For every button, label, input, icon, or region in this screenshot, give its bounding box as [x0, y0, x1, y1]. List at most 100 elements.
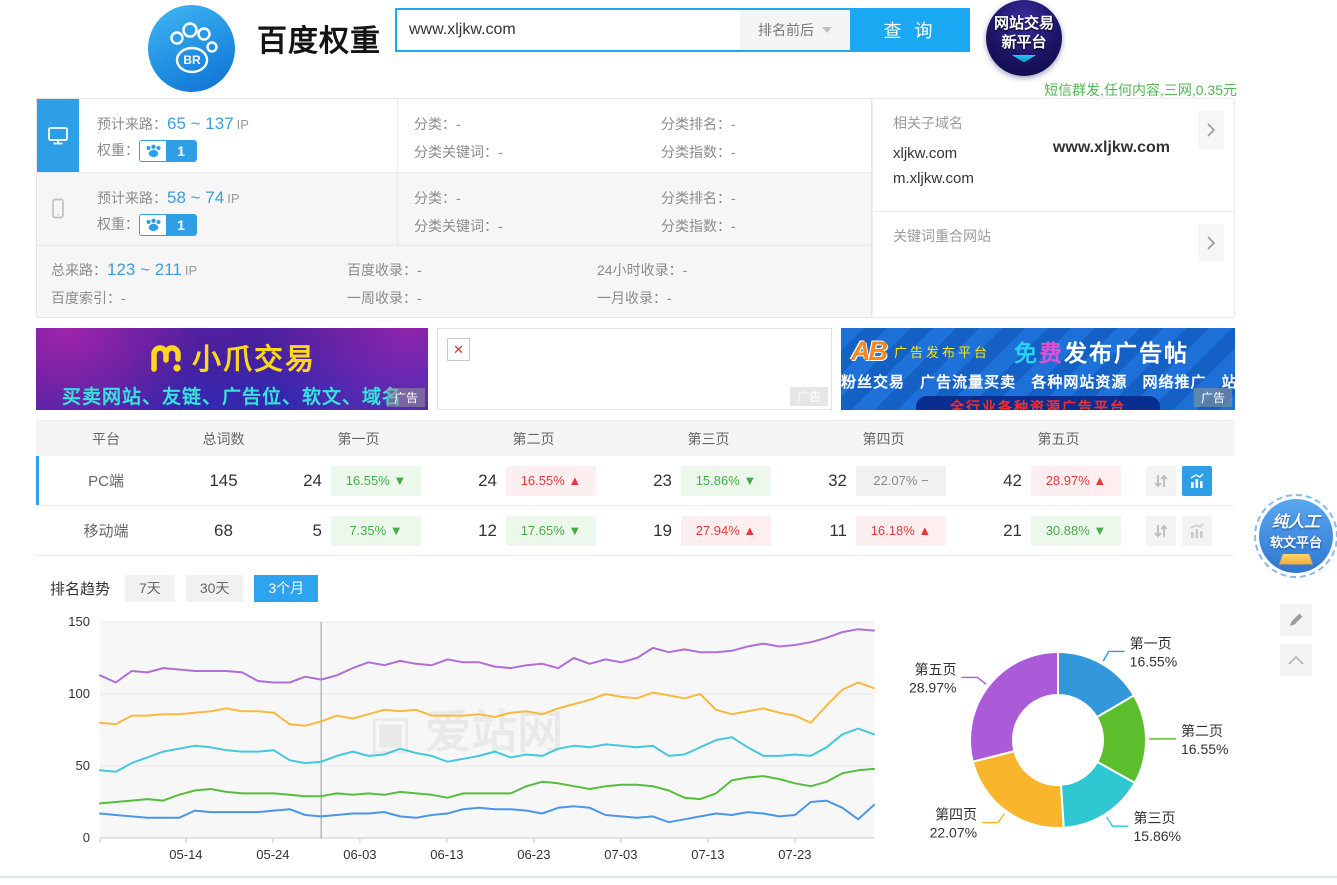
- svg-text:第三页: 第三页: [1133, 810, 1175, 826]
- page-distribution-donut-chart[interactable]: 第一页16.55%第二页16.55%第三页15.86%第四页22.07%第五页2…: [880, 600, 1260, 885]
- svg-text:100: 100: [68, 686, 90, 701]
- ad-publish-platform-banner[interactable]: AB 广告发布平台 免费发布广告帖 粉丝交易 广告流量买卖 各种网站资源 网络推…: [841, 328, 1235, 410]
- right-panel: 相关子域名 xljkw.com m.xljkw.com www.xljkw.co…: [872, 98, 1235, 318]
- trend-line-chart[interactable]: 05010015005-1405-2406-0306-1306-2307-030…: [36, 610, 880, 878]
- page5-count: 21: [996, 521, 1022, 541]
- pc-weight-badge[interactable]: 1: [139, 140, 197, 162]
- domain-search-input[interactable]: [395, 8, 740, 52]
- platform-label: PC端: [36, 470, 176, 491]
- svg-text:07-13: 07-13: [691, 847, 724, 862]
- cls-kw-label: 分类关键词：: [414, 144, 498, 160]
- svg-text:07-03: 07-03: [604, 847, 637, 862]
- tab-3months[interactable]: 3个月: [254, 575, 318, 602]
- page-title: 百度权重: [257, 16, 381, 60]
- pc-tab[interactable]: [37, 99, 79, 172]
- mobile-stats-row: 预计来路：58 ~ 74IP 权重：1 分类：- 分类关键词：- 分类排名：- …: [37, 172, 871, 245]
- footer-divider: [0, 876, 1337, 878]
- svg-text:06-23: 06-23: [517, 847, 550, 862]
- tab-30days[interactable]: 30天: [186, 575, 244, 602]
- paw-icon: [144, 218, 163, 232]
- sort-button[interactable]: [1146, 466, 1176, 496]
- page5-count: 42: [996, 471, 1022, 491]
- page3-count: 23: [646, 471, 672, 491]
- soft-article-badge[interactable]: 纯人工 软文平台: [1254, 494, 1337, 578]
- rank-order-label: 排名前后: [758, 20, 814, 40]
- ad-tag: 广告: [1194, 388, 1232, 407]
- page2-pct-badge: 17.65% ▼: [506, 516, 596, 546]
- site-trade-badge[interactable]: 网站交易 新平台: [986, 0, 1062, 76]
- pc-stats-row: 预计来路：65 ~ 137IP 权重：1 分类：- 分类关键词：- 分类排名：-…: [37, 99, 871, 172]
- svg-text:BR: BR: [183, 53, 201, 67]
- cls-kw-value: -: [498, 218, 503, 234]
- subdomains-section: 相关子域名 xljkw.com m.xljkw.com www.xljkw.co…: [873, 99, 1234, 211]
- banner3-pill: 全行业各种资源广告平台: [916, 396, 1160, 410]
- sort-button[interactable]: [1146, 516, 1176, 546]
- col-page5: 第五页: [971, 429, 1146, 449]
- feedback-button[interactable]: [1280, 604, 1312, 636]
- broken-image-icon: ✕: [447, 338, 470, 361]
- chevron-up-icon: [1286, 653, 1306, 667]
- page2-pct-badge: 16.55% ▲: [506, 466, 596, 496]
- query-button[interactable]: 查 询: [850, 8, 970, 52]
- monitor-icon: [46, 124, 70, 148]
- col-page1: 第一页: [271, 429, 446, 449]
- search-bar: 排名前后 查 询: [395, 8, 970, 52]
- week-included-label: 一周收录：: [347, 290, 417, 306]
- svg-text:第二页: 第二页: [1181, 723, 1223, 739]
- svg-text:22.07%: 22.07%: [930, 825, 977, 841]
- keyword-overlap-more-button[interactable]: [1198, 224, 1224, 262]
- site-logo[interactable]: BR: [148, 5, 235, 92]
- cls-idx-value: -: [731, 218, 736, 234]
- page4-pct-badge: 22.07% −: [856, 466, 946, 496]
- keyword-rank-table: 平台 总词数 第一页 第二页 第三页 第四页 第五页 PC端 145 2416.…: [36, 420, 1235, 556]
- banner3-tagline: 广告发布平台: [894, 342, 990, 361]
- cls-rank-value: -: [731, 116, 736, 132]
- cls-idx-label: 分类指数：: [661, 144, 731, 160]
- overview-stats: 预计来路：65 ~ 137IP 权重：1 分类：- 分类关键词：- 分类排名：-…: [36, 98, 1235, 318]
- subdomains-more-button[interactable]: [1198, 111, 1224, 149]
- table-header: 平台 总词数 第一页 第二页 第三页 第四页 第五页: [36, 420, 1235, 456]
- platform-label: 移动端: [36, 520, 176, 541]
- ip-unit: IP: [227, 191, 239, 206]
- page5-pct-badge: 30.88% ▼: [1031, 516, 1121, 546]
- page1-count: 5: [296, 521, 322, 541]
- totals-row: 总来路：123 ~ 211IP 百度索引：- 百度收录：- 一周收录：- 24小…: [37, 245, 871, 317]
- banner3-items: 粉丝交易 广告流量买卖 各种网站资源 网络推广 站长渠道发布: [841, 371, 1235, 392]
- cls-idx-value: -: [731, 144, 736, 160]
- chart-button[interactable]: [1182, 516, 1212, 546]
- weight-label: 权重：: [97, 142, 139, 158]
- total-words-value: 68: [176, 521, 271, 541]
- ip-unit: IP: [237, 117, 249, 132]
- chart-button-active[interactable]: [1182, 466, 1212, 496]
- xiaozhua-trade-ad-banner[interactable]: 小爪交易 买卖网站、友链、广告位、软文、域名 广告: [36, 328, 428, 410]
- rank-order-dropdown[interactable]: 排名前后: [740, 8, 850, 52]
- tab-7days[interactable]: 7天: [125, 575, 175, 602]
- cls-value: -: [456, 116, 461, 132]
- included-value: -: [417, 262, 422, 278]
- empty-ad-banner[interactable]: ✕ 广告: [437, 328, 832, 410]
- badge-line1: 纯人工: [1272, 508, 1320, 532]
- mobile-weight-badge[interactable]: 1: [139, 214, 197, 236]
- page1-pct-badge: 16.55% ▼: [331, 466, 421, 496]
- gift-box-icon: [1279, 554, 1313, 565]
- traffic-label: 预计来路：: [97, 190, 167, 206]
- total-traffic-value: 123 ~ 211: [107, 260, 182, 279]
- ad-banner-row: 小爪交易 买卖网站、友链、广告位、软文、域名 广告 ✕ 广告 AB 广告发布平台…: [36, 328, 1235, 410]
- main-domain-link[interactable]: www.xljkw.com: [1053, 139, 1170, 157]
- cls-rank-label: 分类排名：: [661, 116, 731, 132]
- paw-logo-icon: BR: [160, 17, 224, 81]
- svg-text:150: 150: [68, 614, 90, 629]
- week-included-value: -: [417, 290, 422, 306]
- month-included-value: -: [667, 290, 672, 306]
- baidu-weight-page: BR 百度权重 排名前后 查 询 网站交易 新平台 短信群发,任何内容,三网,0…: [0, 0, 1337, 885]
- keyword-overlap-section: 关键词重合网站: [873, 211, 1234, 317]
- subdomain-link[interactable]: m.xljkw.com: [893, 166, 1220, 191]
- weight-value: 1: [166, 215, 196, 235]
- mobile-tab[interactable]: [37, 173, 79, 245]
- trade-badge-line2: 新平台: [1001, 33, 1046, 52]
- back-to-top-button[interactable]: [1280, 644, 1312, 676]
- trend-header: 排名趋势 7天 30天 3个月: [50, 575, 318, 602]
- sms-promo-link[interactable]: 短信群发,任何内容,三网,0.35元: [1044, 80, 1237, 100]
- baidu-index-value: -: [121, 290, 126, 306]
- banner1-title: 小爪交易: [192, 336, 316, 378]
